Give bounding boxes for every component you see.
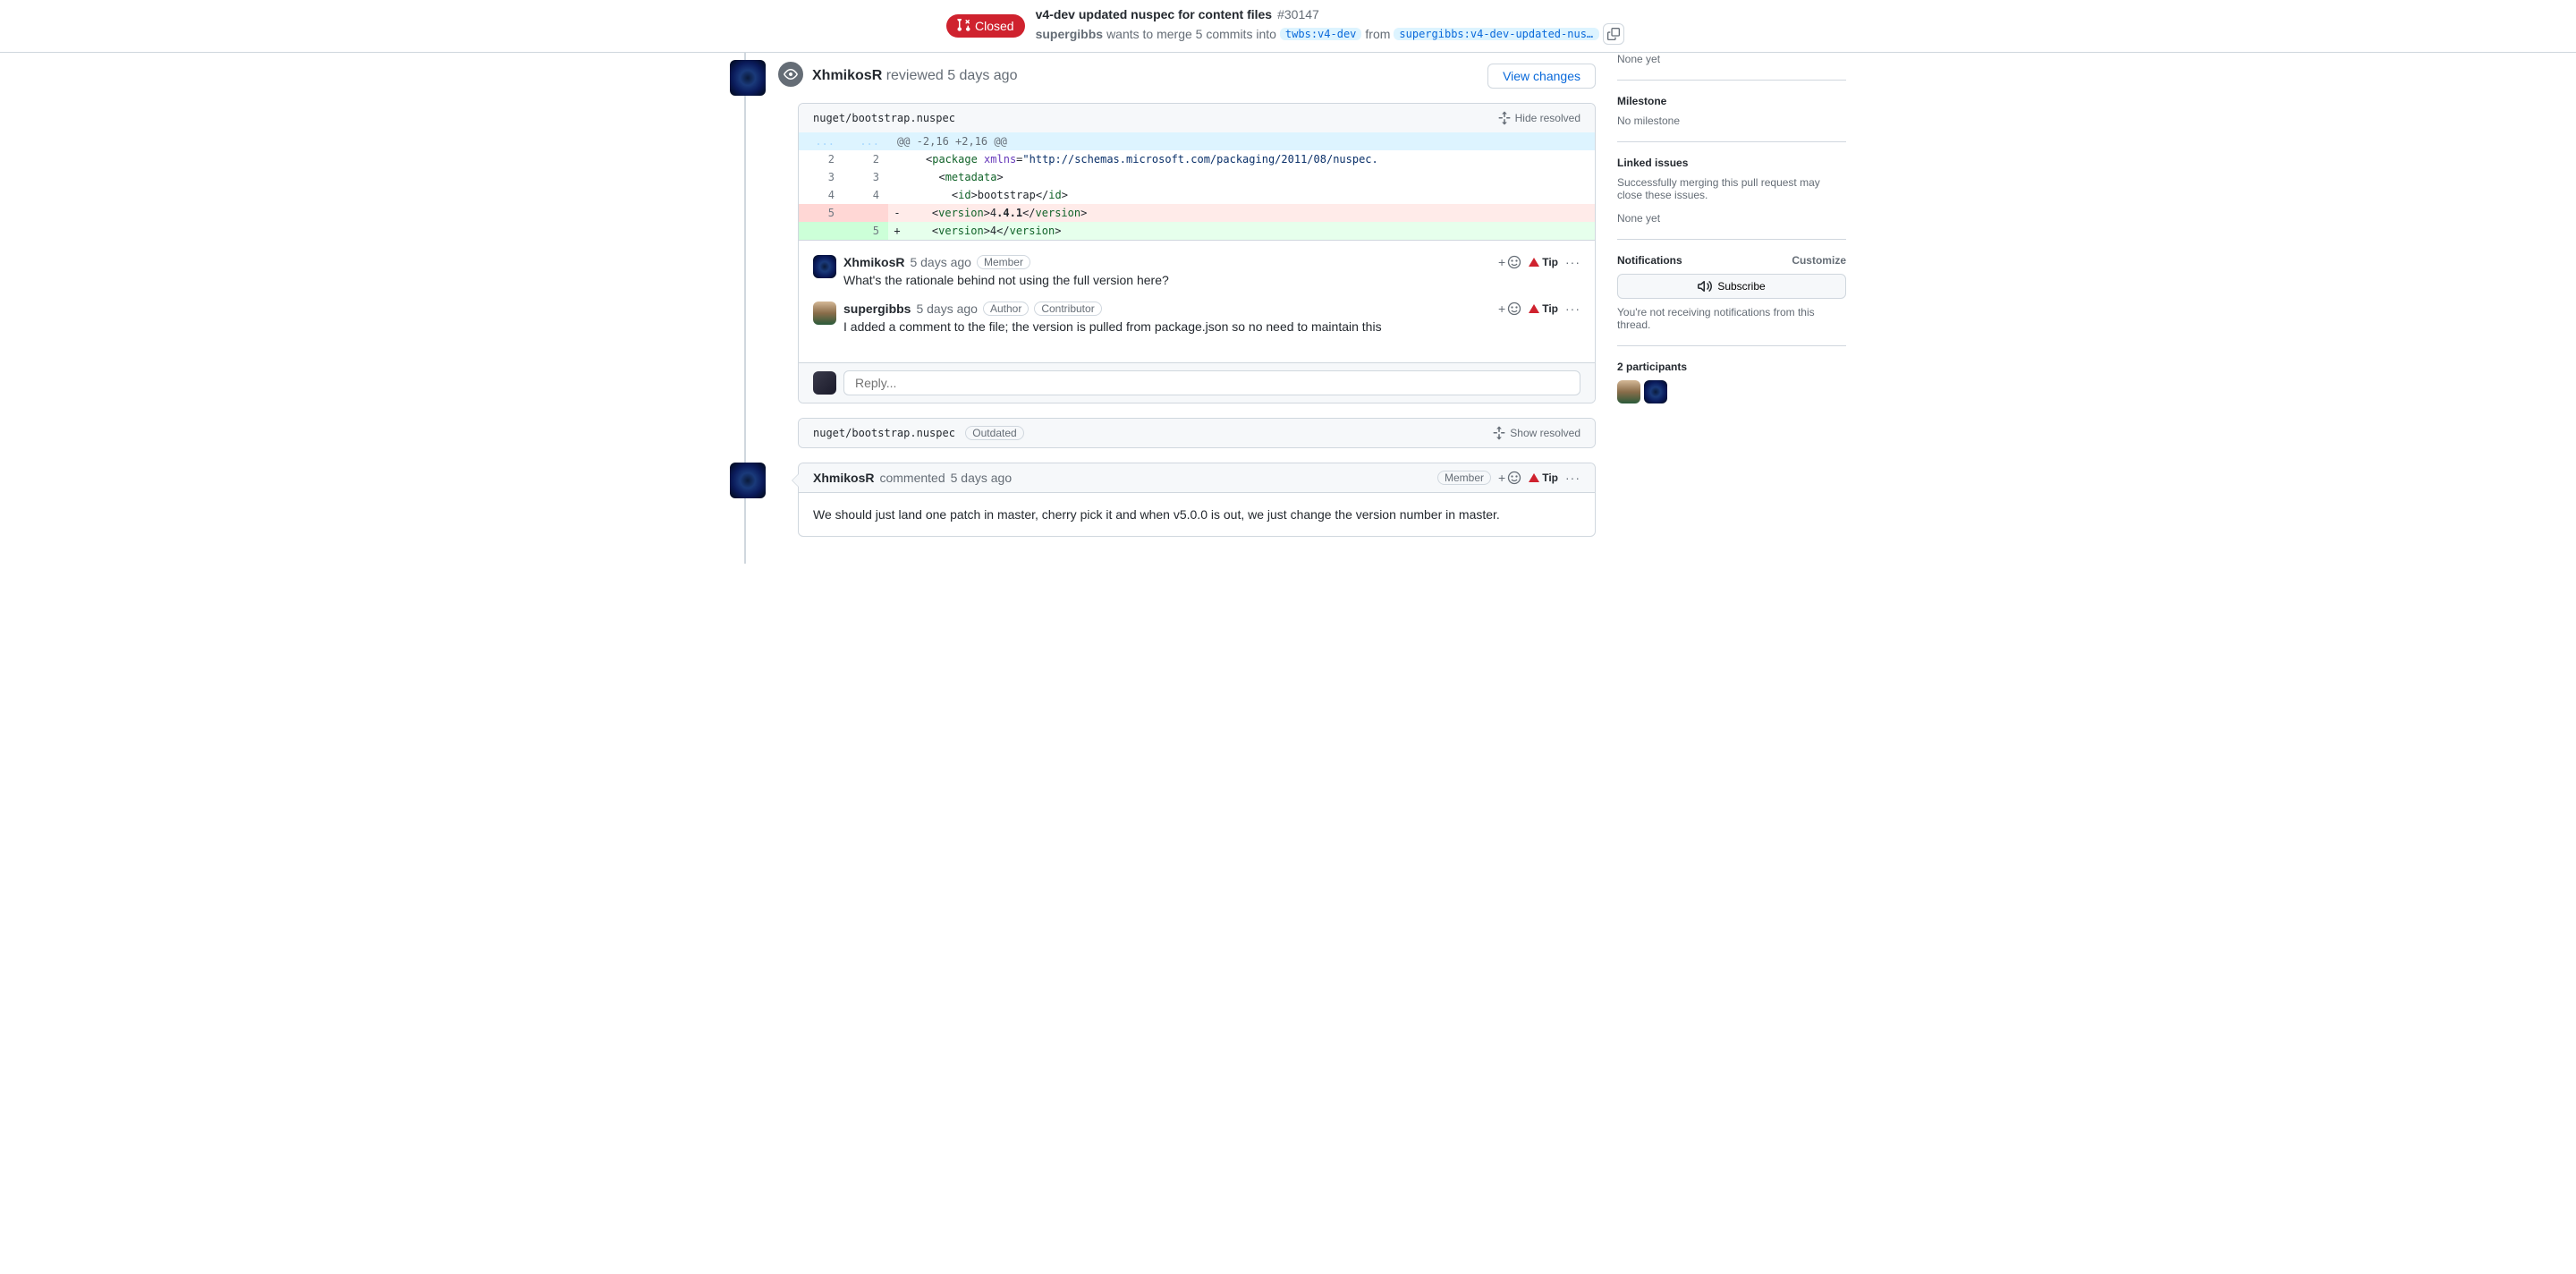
- linked-issues-value: None yet: [1617, 212, 1846, 225]
- sidebar: None yet Milestone No milestone Linked i…: [1617, 53, 1846, 551]
- review-block: XhmikosR reviewed 5 days ago View change…: [798, 60, 1596, 448]
- pr-sticky-header: Closed v4-dev updated nuspec for content…: [0, 0, 2576, 53]
- current-user-avatar[interactable]: [813, 371, 836, 395]
- smiley-icon: [1507, 255, 1521, 269]
- reviewer-avatar[interactable]: [730, 60, 766, 96]
- tip-button[interactable]: Tip: [1529, 256, 1558, 268]
- tip-button[interactable]: Tip: [1529, 471, 1558, 484]
- merge-info: supergibbs wants to merge 5 commits into…: [1036, 23, 1846, 45]
- role-badge: Author: [983, 302, 1029, 316]
- pr-title[interactable]: v4-dev updated nuspec for content files: [1036, 7, 1273, 21]
- milestone-value: No milestone: [1617, 115, 1846, 127]
- subscribe-button[interactable]: Subscribe: [1617, 274, 1846, 299]
- outdated-badge: Outdated: [965, 426, 1023, 440]
- review-state-badge: [776, 60, 805, 89]
- sidebar-none-yet: None yet: [1617, 53, 1846, 65]
- comment-author[interactable]: XhmikosR: [813, 471, 874, 485]
- review-time[interactable]: 5 days ago: [947, 68, 1017, 83]
- inline-comment: supergibbs 5 days ago Author Contributor +…: [813, 302, 1580, 334]
- triangle-icon: [1529, 258, 1539, 267]
- comment-author[interactable]: XhmikosR: [843, 255, 904, 269]
- participant-avatar[interactable]: [1617, 380, 1640, 403]
- copy-branch-button[interactable]: [1603, 23, 1624, 45]
- unmute-icon: [1698, 279, 1712, 293]
- pr-author-link[interactable]: supergibbs: [1036, 27, 1103, 41]
- hunk-header: @@ -2,16 +2,16 @@: [888, 132, 1595, 150]
- file-path[interactable]: nuget/bootstrap.nuspec: [813, 427, 955, 439]
- diff-line[interactable]: 44 <id>bootstrap</id>: [799, 186, 1595, 204]
- smiley-icon: [1507, 302, 1521, 316]
- copy-icon: [1607, 28, 1620, 40]
- comment-time[interactable]: 5 days ago: [916, 302, 978, 316]
- comment-menu-button[interactable]: ···: [1565, 302, 1580, 316]
- show-resolved-toggle[interactable]: Show resolved: [1492, 426, 1580, 440]
- role-badge: Member: [1437, 471, 1491, 485]
- comment-avatar[interactable]: [813, 302, 836, 325]
- linked-issues-heading: Linked issues: [1617, 157, 1846, 169]
- participant-avatar[interactable]: [1644, 380, 1667, 403]
- notifications-desc: You're not receiving notifications from …: [1617, 306, 1846, 331]
- file-path[interactable]: nuget/bootstrap.nuspec: [813, 112, 955, 124]
- collapsed-review-thread: nuget/bootstrap.nuspec Outdated Show res…: [798, 418, 1596, 448]
- triangle-icon: [1529, 304, 1539, 313]
- unfold-icon: [1497, 111, 1512, 125]
- comment-body: We should just land one patch in master,…: [799, 493, 1595, 536]
- comment-author[interactable]: supergibbs: [843, 302, 911, 316]
- add-reaction-button[interactable]: +: [1498, 302, 1521, 316]
- comment-body: I added a comment to the file; the versi…: [843, 319, 1580, 334]
- milestone-heading: Milestone: [1617, 95, 1846, 107]
- pull-request-closed-icon: [957, 19, 971, 33]
- expand-hunk[interactable]: ...: [843, 132, 888, 150]
- base-branch[interactable]: twbs:v4-dev: [1280, 28, 1361, 40]
- unfold-icon: [1492, 426, 1506, 440]
- commenter-avatar[interactable]: [730, 463, 766, 498]
- diff-line[interactable]: 5+ <version>4</version>: [799, 222, 1595, 240]
- inline-comments: XhmikosR 5 days ago Member + Tip ··· What's t…: [799, 240, 1595, 362]
- state-badge-closed: Closed: [946, 14, 1025, 38]
- view-changes-button[interactable]: View changes: [1487, 64, 1596, 89]
- hide-resolved-toggle[interactable]: Hide resolved: [1497, 111, 1580, 125]
- review-thread: nuget/bootstrap.nuspec Hide resolved ...…: [798, 103, 1596, 403]
- pr-number: #30147: [1277, 7, 1319, 21]
- diff-line[interactable]: 5- <version>4.4.1</version>: [799, 204, 1595, 222]
- customize-link[interactable]: Customize: [1792, 254, 1846, 267]
- reply-input[interactable]: [843, 370, 1580, 395]
- comment-menu-button[interactable]: ···: [1565, 255, 1580, 269]
- comment-body: What's the rationale behind not using th…: [843, 273, 1580, 287]
- add-reaction-button[interactable]: +: [1498, 255, 1521, 269]
- inline-comment: XhmikosR 5 days ago Member + Tip ··· What's t…: [813, 255, 1580, 287]
- comment-time[interactable]: 5 days ago: [951, 471, 1013, 485]
- diff-line[interactable]: 22<package xmlns="http://schemas.microso…: [799, 150, 1595, 168]
- comment-avatar[interactable]: [813, 255, 836, 278]
- head-branch[interactable]: supergibbs:v4-dev-updated-nuspec-cont…: [1394, 28, 1599, 40]
- comment-time[interactable]: 5 days ago: [910, 255, 971, 269]
- notifications-heading: Notifications: [1617, 254, 1682, 267]
- reviewer-name[interactable]: XhmikosR: [812, 68, 882, 83]
- role-badge: Contributor: [1034, 302, 1101, 316]
- comment-menu-button[interactable]: ···: [1565, 471, 1580, 485]
- smiley-icon: [1507, 471, 1521, 485]
- diff-line[interactable]: 33 <metadata>: [799, 168, 1595, 186]
- linked-issues-desc: Successfully merging this pull request m…: [1617, 176, 1846, 201]
- timeline-comment: XhmikosR commented 5 days ago Member + T…: [798, 463, 1596, 537]
- add-reaction-button[interactable]: +: [1498, 471, 1521, 485]
- participants-heading: 2 participants: [1617, 361, 1846, 373]
- expand-hunk[interactable]: ...: [799, 132, 843, 150]
- role-badge: Member: [977, 255, 1030, 269]
- eye-icon: [784, 67, 798, 81]
- tip-button[interactable]: Tip: [1529, 302, 1558, 315]
- diff-table: ......@@ -2,16 +2,16 @@22<package xmlns=…: [799, 132, 1595, 240]
- triangle-icon: [1529, 473, 1539, 482]
